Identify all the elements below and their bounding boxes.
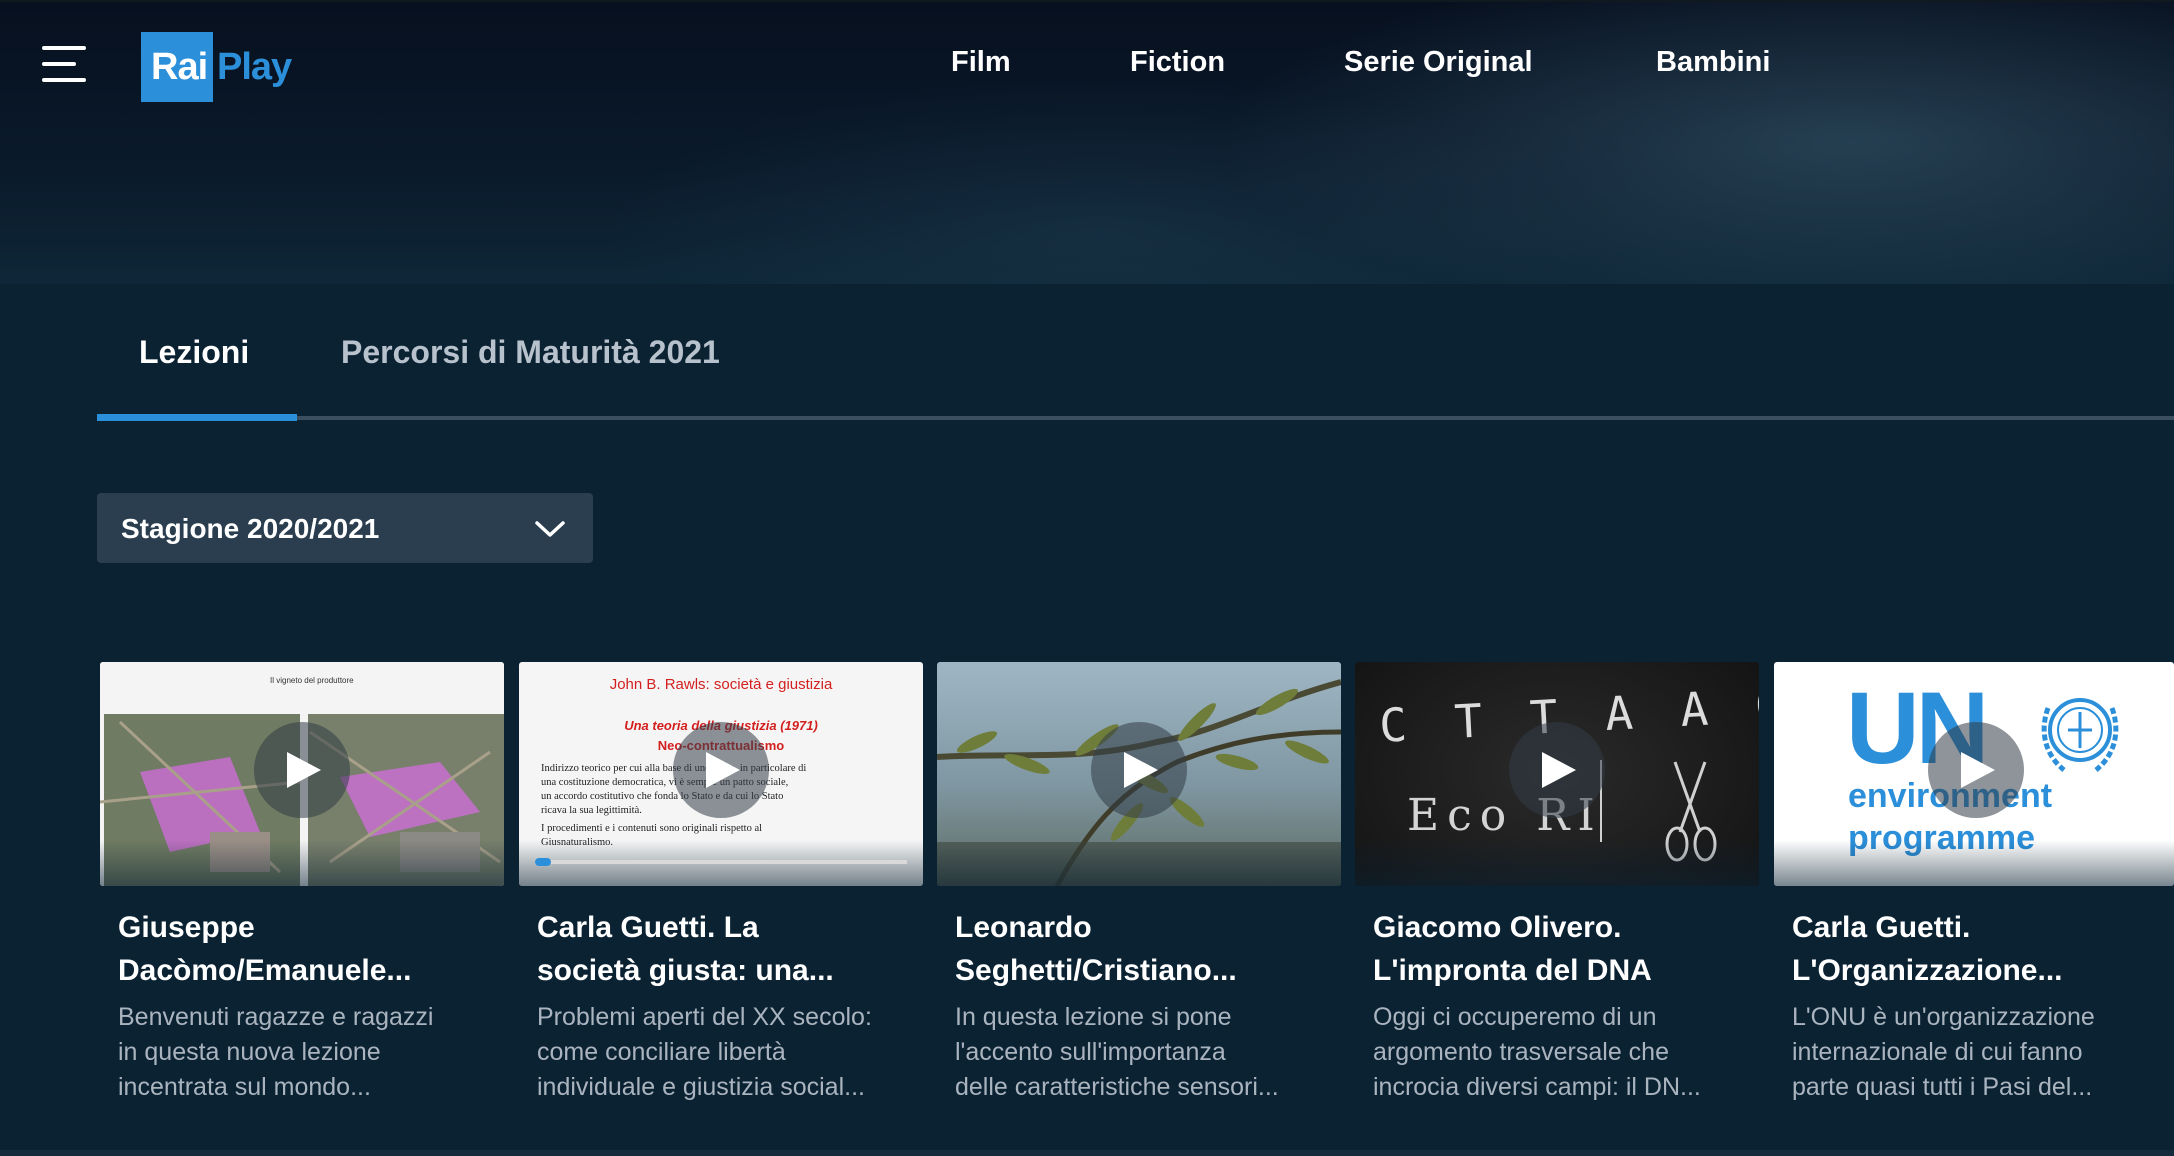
play-button[interactable] (673, 722, 769, 818)
card-description: L'ONU è un'organizzazione internazionale… (1792, 1003, 2095, 1101)
card-thumbnail[interactable]: C T T A A G Eco RI (1355, 662, 1759, 886)
play-icon (706, 752, 740, 788)
card-description: In questa lezione si pone l'accento sull… (955, 1003, 1279, 1101)
next-row-hint (0, 1150, 2174, 1156)
card-title[interactable]: Giacomo Olivero. L'impronta del DNA (1373, 906, 1743, 992)
lesson-card[interactable]: John B. Rawls: società e giustizia Una t… (519, 662, 923, 1105)
card-thumbnail[interactable]: Il vigneto del produttore (100, 662, 504, 886)
tab-lezioni[interactable]: Lezioni (139, 334, 249, 371)
card-title[interactable]: Leonardo Seghetti/Cristiano... (955, 906, 1325, 992)
nav-fiction[interactable]: Fiction (1130, 46, 1225, 79)
slide-progress-indicator (535, 858, 551, 866)
lesson-card[interactable]: Il vigneto del produttore Giuseppe Dacòm… (100, 662, 504, 1105)
lesson-card[interactable]: UN environment programme Carla Guetti. L… (1774, 662, 2174, 1105)
play-icon (1961, 752, 1995, 788)
card-description: Benvenuti ragazze e ragazzi in questa nu… (118, 1003, 434, 1101)
slide-heading: John B. Rawls: società e giustizia (609, 676, 833, 693)
play-icon (1542, 752, 1576, 788)
unep-emblem-icon (2041, 698, 2119, 772)
lesson-card[interactable]: Leonardo Seghetti/Cristiano... In questa… (937, 662, 1341, 1105)
unep-line-2: programme (1848, 819, 2036, 857)
slide-line: I procedimenti e i contenuti sono origin… (541, 823, 763, 834)
card-thumbnail[interactable] (937, 662, 1341, 886)
card-thumbnail[interactable]: UN environment programme (1774, 662, 2174, 886)
play-icon (1124, 752, 1158, 788)
lesson-card[interactable]: C T T A A G Eco RI Giacomo Olivero. L'im… (1355, 662, 1759, 1105)
slide-line: Giusnaturalismo. (541, 837, 614, 848)
card-thumbnail[interactable]: John B. Rawls: società e giustizia Una t… (519, 662, 923, 886)
raiplay-logo[interactable]: Rai Play (141, 32, 311, 102)
card-title[interactable]: Carla Guetti. La società giusta: una... (537, 906, 907, 992)
play-button[interactable] (1928, 722, 2024, 818)
nav-serie-original[interactable]: Serie Original (1344, 46, 1533, 79)
tab-percorsi-maturita[interactable]: Percorsi di Maturità 2021 (341, 334, 720, 371)
play-button[interactable] (1091, 722, 1187, 818)
logo-play-text: Play (217, 46, 292, 88)
card-description: Oggi ci occuperemo di un argomento trasv… (1373, 1003, 1701, 1101)
nav-bambini[interactable]: Bambini (1656, 46, 1770, 79)
season-select-value: Stagione 2020/2021 (121, 513, 380, 544)
season-select[interactable]: Stagione 2020/2021 (97, 493, 593, 563)
card-title[interactable]: Giuseppe Dacòmo/Emanuele... (118, 906, 488, 992)
thumbnail-caption: Il vigneto del produttore (270, 676, 354, 685)
chevron-down-icon (535, 521, 565, 537)
top-header: Rai Play Film Fiction Serie Original Bam… (0, 0, 2174, 284)
card-title[interactable]: Carla Guetti. L'Organizzazione... (1792, 906, 2162, 992)
section-tabs: Lezioni Percorsi di Maturità 2021 (97, 320, 2174, 422)
menu-icon[interactable] (42, 44, 86, 84)
logo-rai-text: Rai (151, 46, 208, 88)
tabs-divider (97, 416, 2174, 420)
play-icon (287, 752, 321, 788)
nav-film[interactable]: Film (951, 46, 1011, 79)
play-button[interactable] (1509, 722, 1605, 818)
slide-progress-track (535, 860, 907, 864)
card-description: Problemi aperti del XX secolo: come conc… (537, 1003, 872, 1101)
active-tab-indicator (97, 414, 297, 421)
play-button[interactable] (254, 722, 350, 818)
